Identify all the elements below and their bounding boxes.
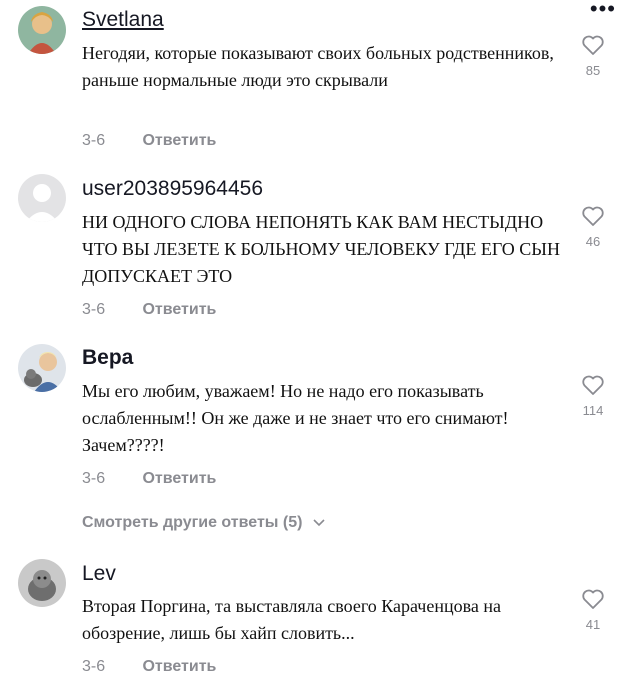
like-count: 41 [585,617,601,632]
like-button[interactable]: 46 [578,205,608,249]
comment-text: Вторая Поргина, та выставляла своего Кар… [82,596,501,643]
comment-text: Негодяи, которые показывают своих больны… [82,43,554,90]
view-more-replies-button[interactable]: Смотреть другие ответы (5) [82,514,325,532]
comment-username[interactable]: user203895964456 [82,177,263,201]
like-count: 46 [585,234,601,249]
comment-date: 3-6 [82,132,106,149]
like-count: 85 [585,63,601,78]
heart-outline-icon [582,375,604,395]
avatar[interactable] [18,344,66,392]
chevron-down-icon [313,514,325,532]
comment-date: 3-6 [82,470,106,487]
avatar[interactable] [18,6,66,54]
more-options-icon[interactable]: ••• [590,0,616,20]
comment-meta: 3-6 Ответить [82,301,216,319]
heart-outline-icon [582,589,604,609]
avatar[interactable] [18,559,66,607]
comment-username[interactable]: Svetlana [82,8,164,32]
heart-outline-icon [582,35,604,55]
comment-meta: 3-6 Ответить [82,658,216,676]
comment-username[interactable]: Вера [82,346,133,370]
like-button[interactable]: 114 [578,374,608,418]
reply-button[interactable]: Ответить [142,658,216,675]
comment-date: 3-6 [82,658,106,675]
comment-meta: 3-6 Ответить [82,470,216,488]
like-count: 114 [582,403,604,418]
reply-button[interactable]: Ответить [142,301,216,318]
view-more-label: Смотреть другие ответы [82,514,279,531]
reply-button[interactable]: Ответить [142,470,216,487]
heart-outline-icon [582,206,604,226]
comment-text: НИ ОДНОГО СЛОВА НЕПОНЯТЬ КАК ВАМ НЕСТЫДН… [82,212,561,286]
like-button[interactable]: 85 [578,34,608,78]
like-button[interactable]: 41 [578,588,608,632]
comment-date: 3-6 [82,301,106,318]
reply-button[interactable]: Ответить [142,132,216,149]
comment-meta: 3-6 Ответить [82,132,216,150]
avatar[interactable] [18,174,66,222]
comment-username[interactable]: Lev [82,562,116,586]
comment-text: Мы его любим, уважаем! Но не надо его по… [82,381,509,455]
view-more-count: (5) [282,514,303,531]
